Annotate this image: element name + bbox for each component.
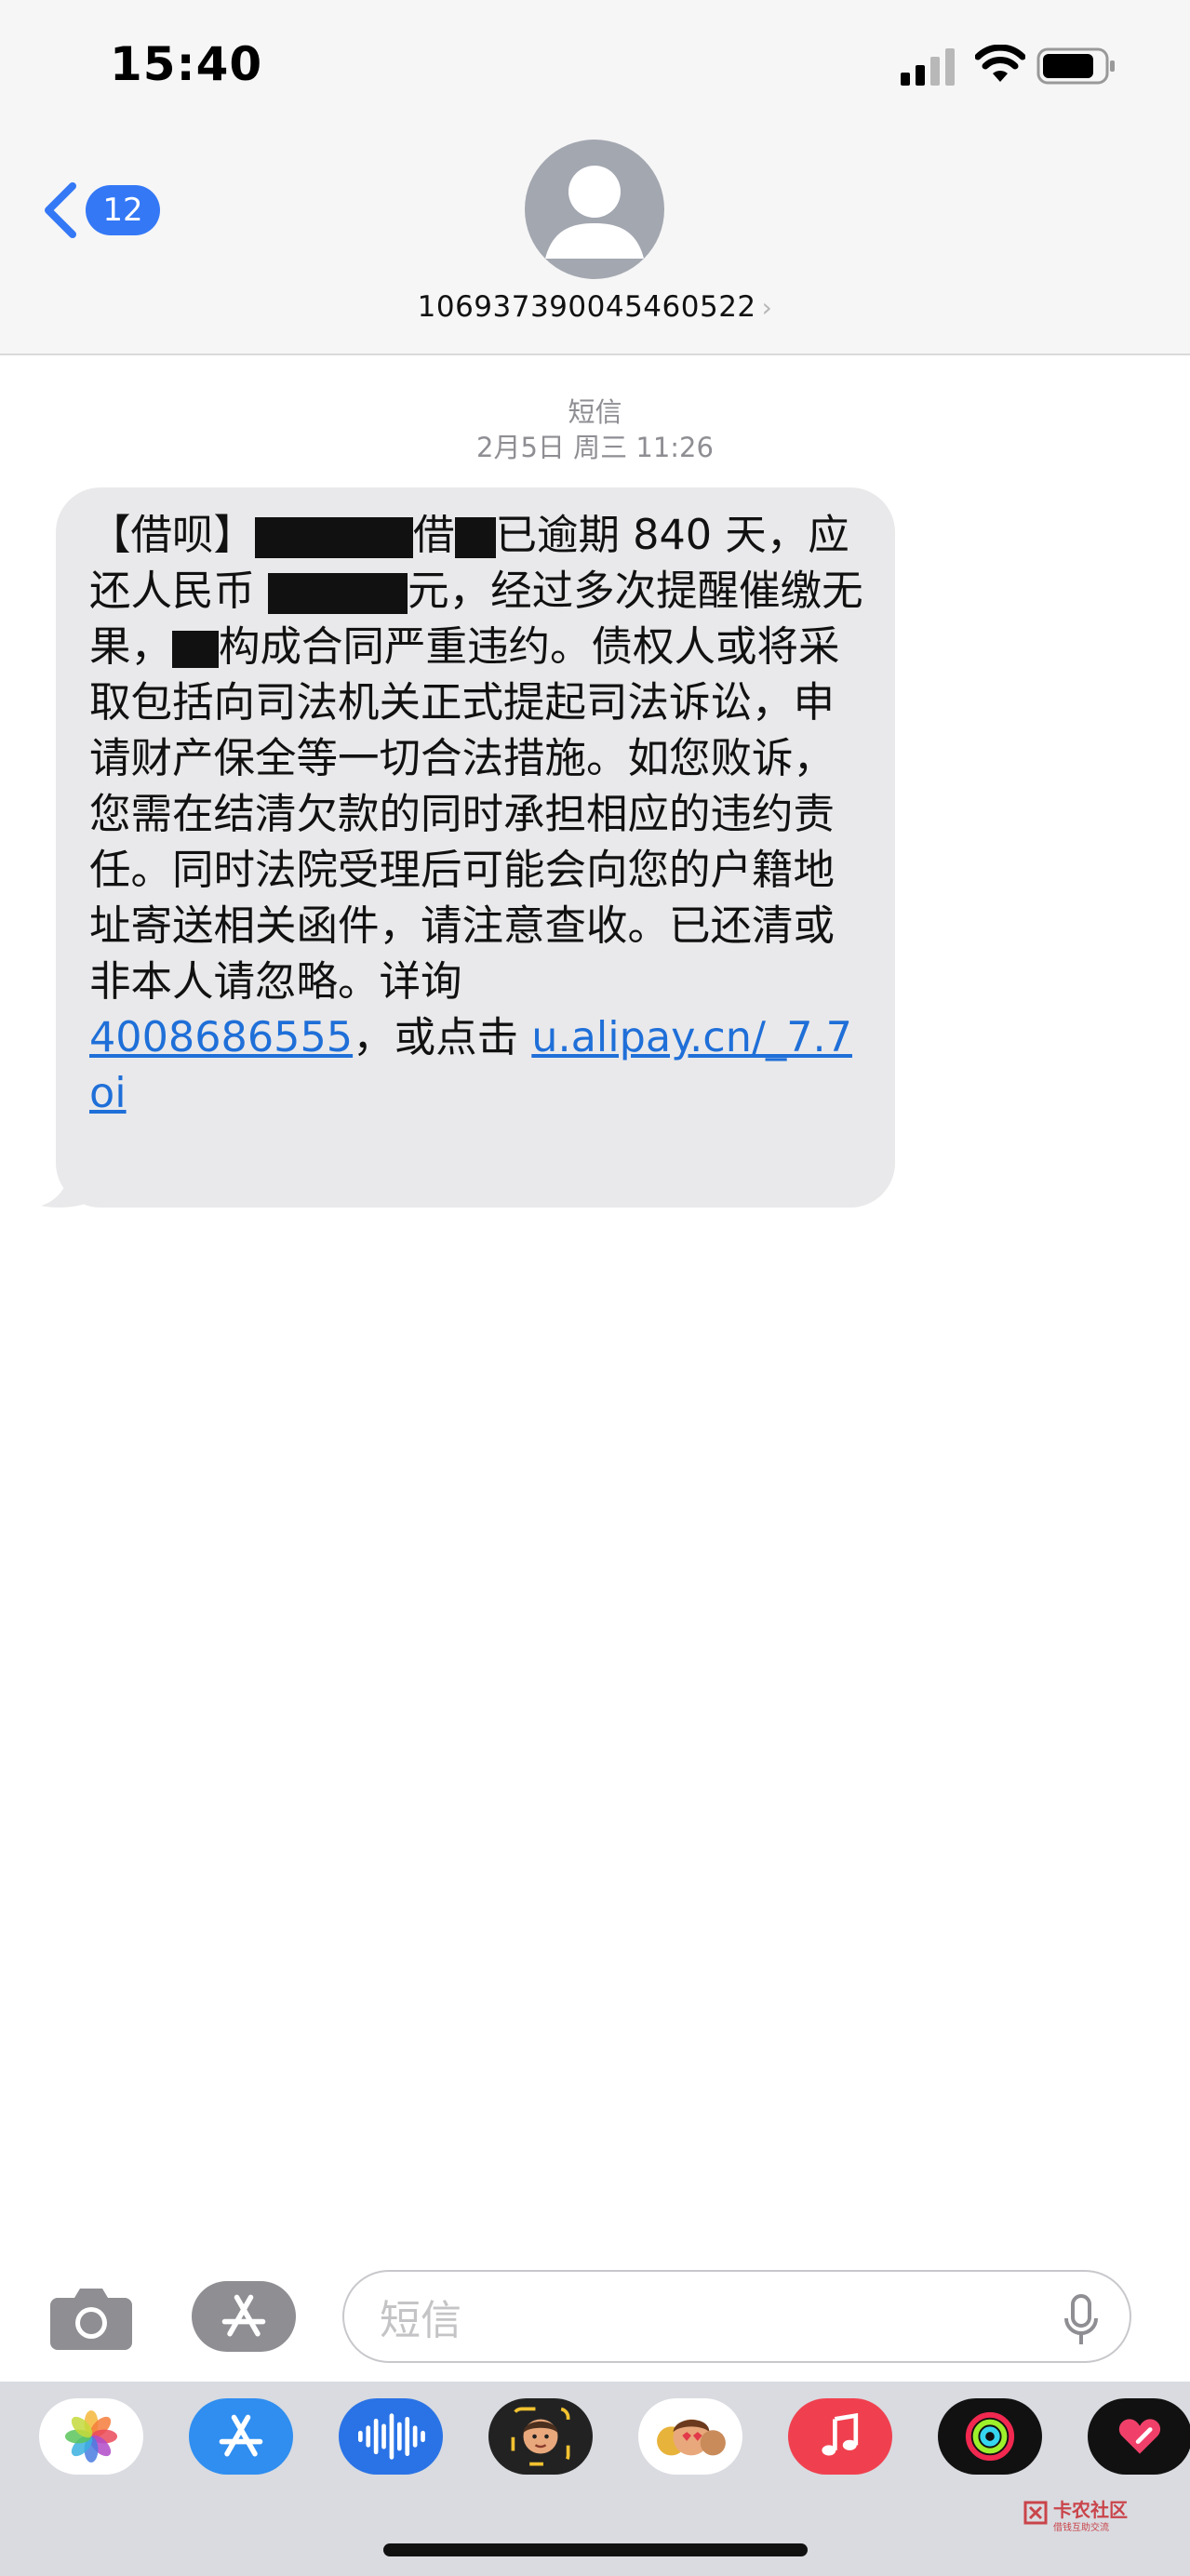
chevron-left-icon: [45, 182, 76, 238]
redaction-block: [255, 517, 414, 558]
message-timestamp: 2月5日 周三 11:26: [476, 432, 714, 463]
message-service-label: 短信: [568, 396, 622, 428]
message-text: 【借呗】借已逾期 840 天，应还人民币 元，经过多次提醒催缴无果， 构成合同严重…: [89, 508, 871, 1122]
contact-number[interactable]: 106937390045460522 ›: [0, 290, 1190, 324]
person-icon: [545, 166, 644, 259]
chevron-right-icon: ›: [761, 292, 773, 323]
watermark-logo-icon: [1023, 2501, 1048, 2525]
message-segment: 【借呗】: [89, 512, 256, 559]
redaction-block: [268, 573, 408, 614]
app-store-app-button[interactable]: [189, 2398, 293, 2475]
contact-avatar[interactable]: [525, 140, 664, 279]
memoji-app-button[interactable]: [488, 2398, 593, 2475]
music-app-button[interactable]: [788, 2398, 892, 2475]
cellular-signal-icon: [901, 48, 955, 86]
watermark-subtitle: 借钱互助交流: [1053, 2523, 1109, 2533]
app-store-icon: [219, 2414, 263, 2457]
photos-app-button[interactable]: [39, 2398, 143, 2475]
unread-count-badge: 12: [86, 185, 160, 235]
redaction-block: [172, 631, 220, 668]
digital-touch-app-button[interactable]: [1088, 2398, 1190, 2475]
redaction-block: [454, 517, 496, 558]
message-segment: 构成合同严重违约。债权人或将采取包括向司法机关正式提起司法诉讼，申请财产保全等一…: [89, 623, 840, 1006]
music-note-icon: [822, 2412, 859, 2456]
microphone-icon[interactable]: [1063, 2294, 1100, 2346]
audio-waveform-icon: [358, 2413, 425, 2460]
message-segment: 借: [413, 512, 455, 559]
message-segment: ，或点击: [353, 1014, 532, 1061]
status-time: 15:40: [110, 37, 263, 91]
memoji-stickers-icon: [657, 2419, 726, 2456]
wifi-icon: [975, 45, 1025, 82]
app-store-icon: [221, 2294, 266, 2337]
watermark: 卡农社区 借钱互助交流: [1022, 2495, 1133, 2538]
memoji-stickers-app-button[interactable]: [638, 2398, 742, 2475]
activity-rings-icon: [965, 2411, 1015, 2462]
message-input[interactable]: 短信: [342, 2270, 1131, 2363]
photos-icon: [64, 2409, 118, 2463]
camera-icon[interactable]: [48, 2281, 134, 2352]
battery-icon: [1036, 47, 1115, 85]
phone-link[interactable]: 4008686555: [89, 1014, 353, 1061]
apps-button[interactable]: [192, 2281, 296, 2352]
memoji-icon: [511, 2407, 570, 2466]
back-button[interactable]: 12: [41, 177, 162, 244]
activity-app-button[interactable]: [938, 2398, 1042, 2475]
watermark-title: 卡农社区: [1053, 2499, 1128, 2521]
digital-touch-icon: [1118, 2419, 1161, 2454]
audio-message-app-button[interactable]: [339, 2398, 443, 2475]
contact-number-text: 106937390045460522: [417, 290, 756, 324]
home-indicator: [383, 2543, 808, 2556]
